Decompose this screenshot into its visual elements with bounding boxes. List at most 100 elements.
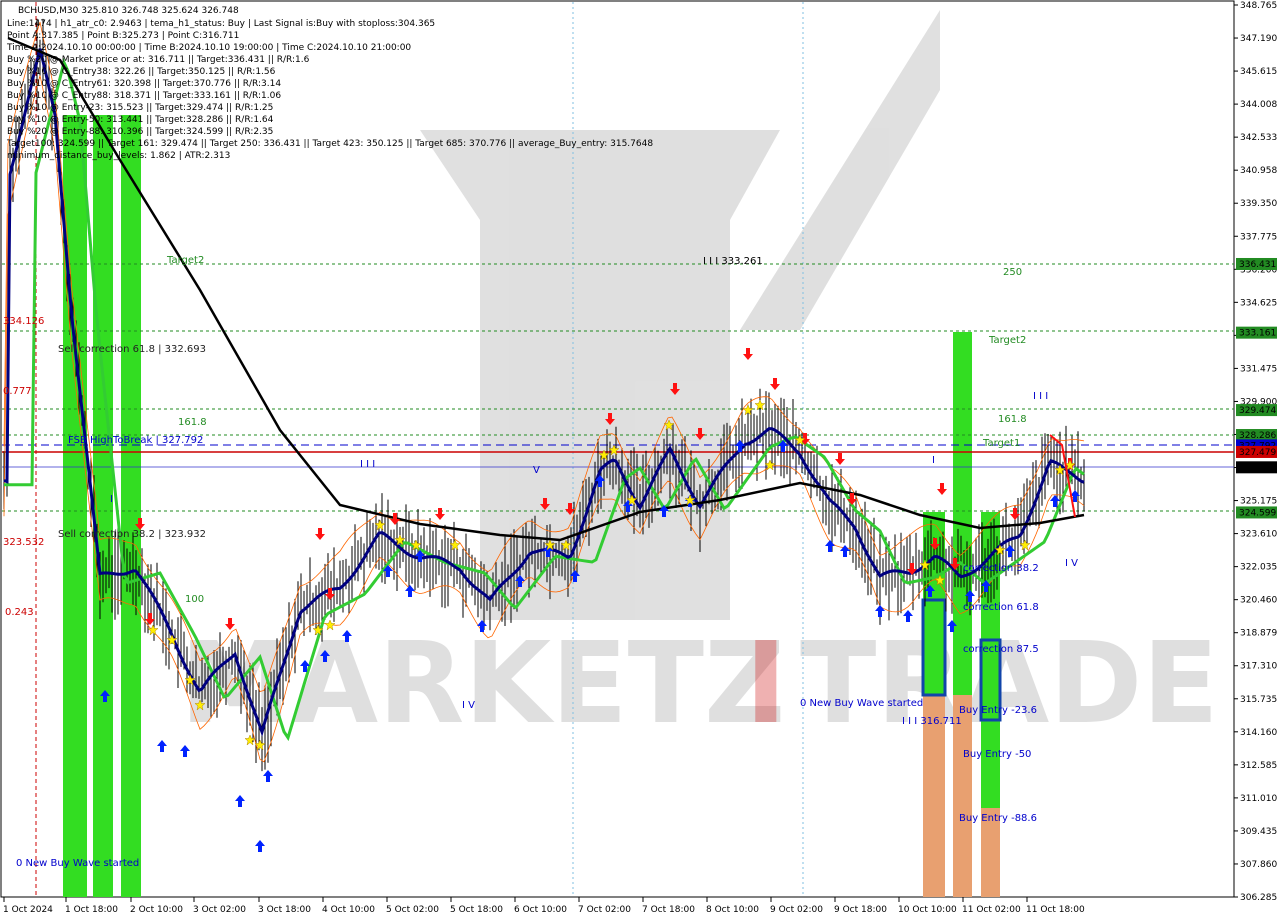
label-buy-entry-23: Buy Entry -23.6 (959, 705, 1037, 716)
label-334: 334.126 (3, 316, 44, 327)
price-tag: 326.748 (1236, 461, 1277, 474)
label-wave-iv-mid: I V (462, 700, 475, 711)
time-tick-label: 5 Oct 02:00 (386, 905, 439, 915)
info-line: Target100: 324.599 || Target 161: 329.47… (6, 139, 653, 149)
label-low-316: I I I 316.711 (902, 716, 962, 727)
label-250: 250 (1003, 267, 1022, 278)
price-tick-label: 317.310 (1240, 662, 1277, 672)
info-line: Time A:2024.10.10 00:00:00 | Time B:2024… (6, 43, 411, 53)
label-wave-i-right: I (932, 455, 935, 466)
label-new-wave-right: 0 New Buy Wave started (800, 698, 923, 709)
info-line: Buy %20 @ Entry-88: 310.396 || Target:32… (7, 127, 273, 137)
price-tick-label: 306.285 (1240, 893, 1277, 903)
price-tick-label: 315.735 (1240, 695, 1277, 705)
price-tag: 327.479 (1236, 445, 1277, 458)
label-wave-i-left: I (110, 494, 113, 505)
green-bar-5 (953, 332, 972, 695)
price-tick-label: 325.175 (1240, 497, 1277, 507)
price-tag-label: 327.479 (1239, 448, 1276, 458)
price-tick-label: 342.533 (1240, 133, 1277, 143)
price-tick-label: 340.958 (1240, 166, 1277, 176)
time-tick-label: 3 Oct 02:00 (193, 905, 246, 915)
time-tick-label: 11 Oct 02:00 (962, 905, 1021, 915)
label-100: 100 (185, 594, 204, 605)
info-line: Buy %20 @ Market price or at: 316.711 ||… (7, 55, 310, 65)
price-tick-label: 320.460 (1240, 596, 1277, 606)
price-tick-label: 314.160 (1240, 728, 1277, 738)
price-tag: 336.431 (1236, 257, 1277, 270)
info-line: Buy %10 @ Entry-23: 315.523 || Target:32… (7, 103, 273, 113)
label-sell-corr-382: Sell correction 38.2 | 323.932 (58, 529, 206, 540)
time-tick-label: 3 Oct 18:00 (258, 905, 311, 915)
time-tick-label: 1 Oct 18:00 (65, 905, 118, 915)
info-line: Buy %10 @ C_Entry61: 320.398 || Target:3… (7, 79, 281, 89)
price-tick-label: 334.625 (1240, 298, 1277, 308)
label-0243: 0.243 (5, 607, 34, 618)
label-new-wave-left: 0 New Buy Wave started (16, 858, 139, 869)
label-buy-entry-50: Buy Entry -50 (963, 749, 1031, 760)
time-tick-label: 6 Oct 10:00 (514, 905, 567, 915)
time-tick-label: 1 Oct 2024 (3, 905, 53, 915)
info-line: Buy %10 @ Entry-50: 313.441 || Target:32… (7, 115, 274, 125)
label-wave-iii-right: I I I (1033, 391, 1048, 402)
price-tick-label: 312.585 (1240, 761, 1277, 771)
label-corr-382: correction 38.2 (963, 563, 1039, 574)
label-wave-v-mid: V (533, 465, 540, 476)
label-peak-333: I I I 333.261 (703, 256, 763, 267)
label-target2-left: Target2 (166, 255, 204, 266)
price-chart[interactable]: MARKETZ I TRADE BCHUSD,M30 325.810 326.7… (0, 0, 1280, 920)
price-tick-label: 347.190 (1240, 34, 1277, 44)
price-tag: 328.286 (1236, 429, 1277, 442)
price-tick-label: 307.860 (1240, 860, 1277, 870)
price-tick-label: 331.475 (1240, 364, 1277, 374)
label-0777: 0.777 (3, 386, 32, 397)
price-tick-label: 322.035 (1240, 563, 1277, 573)
time-tick-label: 4 Oct 10:00 (322, 905, 375, 915)
price-tick-label: 311.010 (1240, 794, 1277, 804)
label-corr-875: correction 87.5 (963, 644, 1039, 655)
price-tag: 324.599 (1236, 506, 1277, 519)
label-corr-618: correction 61.8 (963, 602, 1039, 613)
time-tick-label: 10 Oct 10:00 (898, 905, 957, 915)
price-tick-label: 337.775 (1240, 232, 1277, 242)
price-tick-label: 344.008 (1240, 100, 1277, 110)
label-1618-right: 161.8 (998, 414, 1027, 425)
price-tag: 333.161 (1236, 326, 1277, 339)
watermark-text-gray: TRADE (800, 619, 1219, 749)
price-tick-label: 345.615 (1240, 67, 1277, 77)
label-fsb-break: FSB HighToBreak | 327.792 (68, 435, 203, 446)
price-tag-label: 333.161 (1239, 329, 1276, 339)
time-tick-label: 2 Oct 10:00 (130, 905, 183, 915)
info-line: Buy %10 @ C_Entry88: 318.371 || Target:3… (7, 91, 281, 101)
price-tag: 329.474 (1236, 404, 1277, 417)
price-tag-label: 324.599 (1239, 508, 1276, 518)
label-wave-iii-mid: I I I (360, 459, 375, 470)
label-wave-iv-right: I V (1065, 558, 1078, 569)
label-target2-right: Target2 (988, 335, 1026, 346)
symbol-line: BCHUSD,M30 325.810 326.748 325.624 326.7… (18, 6, 239, 16)
chart-root[interactable]: MARKETZ I TRADE BCHUSD,M30 325.810 326.7… (0, 0, 1280, 920)
time-tick-label: 7 Oct 02:00 (578, 905, 631, 915)
label-target1: Target1 (982, 438, 1020, 449)
time-tick-label: 9 Oct 18:00 (834, 905, 887, 915)
price-tick-label: 339.350 (1240, 199, 1277, 209)
price-tick-label: 318.879 (1240, 629, 1277, 639)
price-tick-label: 348.765 (1240, 1, 1277, 11)
info-line: minimum_distance_buy_levels: 1.862 | ATR… (7, 151, 230, 161)
price-tag-label: 336.431 (1239, 260, 1276, 270)
watermark-text-red: I (745, 619, 787, 749)
time-tick-label: 8 Oct 10:00 (706, 905, 759, 915)
info-line: Point A:317.385 | Point B:325.273 | Poin… (7, 31, 239, 41)
label-buy-entry-88: Buy Entry -88.6 (959, 813, 1037, 824)
time-tick-label: 5 Oct 18:00 (450, 905, 503, 915)
price-tick-label: 323.610 (1240, 530, 1277, 540)
time-tick-label: 7 Oct 18:00 (642, 905, 695, 915)
label-sell-corr-618: Sell correction 61.8 | 332.693 (58, 344, 206, 355)
price-tag-label: 329.474 (1239, 406, 1276, 416)
green-bar-3 (121, 115, 141, 897)
time-tick-label: 11 Oct 18:00 (1026, 905, 1085, 915)
label-1618-left: 161.8 (178, 417, 207, 428)
info-line: Line:1474 | h1_atr_c0: 2.9463 | tema_h1_… (7, 19, 435, 29)
time-axis: 1 Oct 2024 1 Oct 18:00 2 Oct 10:00 3 Oct 02… (3, 897, 1085, 915)
price-tags: 336.431333.161329.474328.286327.792327.4… (1236, 257, 1277, 519)
